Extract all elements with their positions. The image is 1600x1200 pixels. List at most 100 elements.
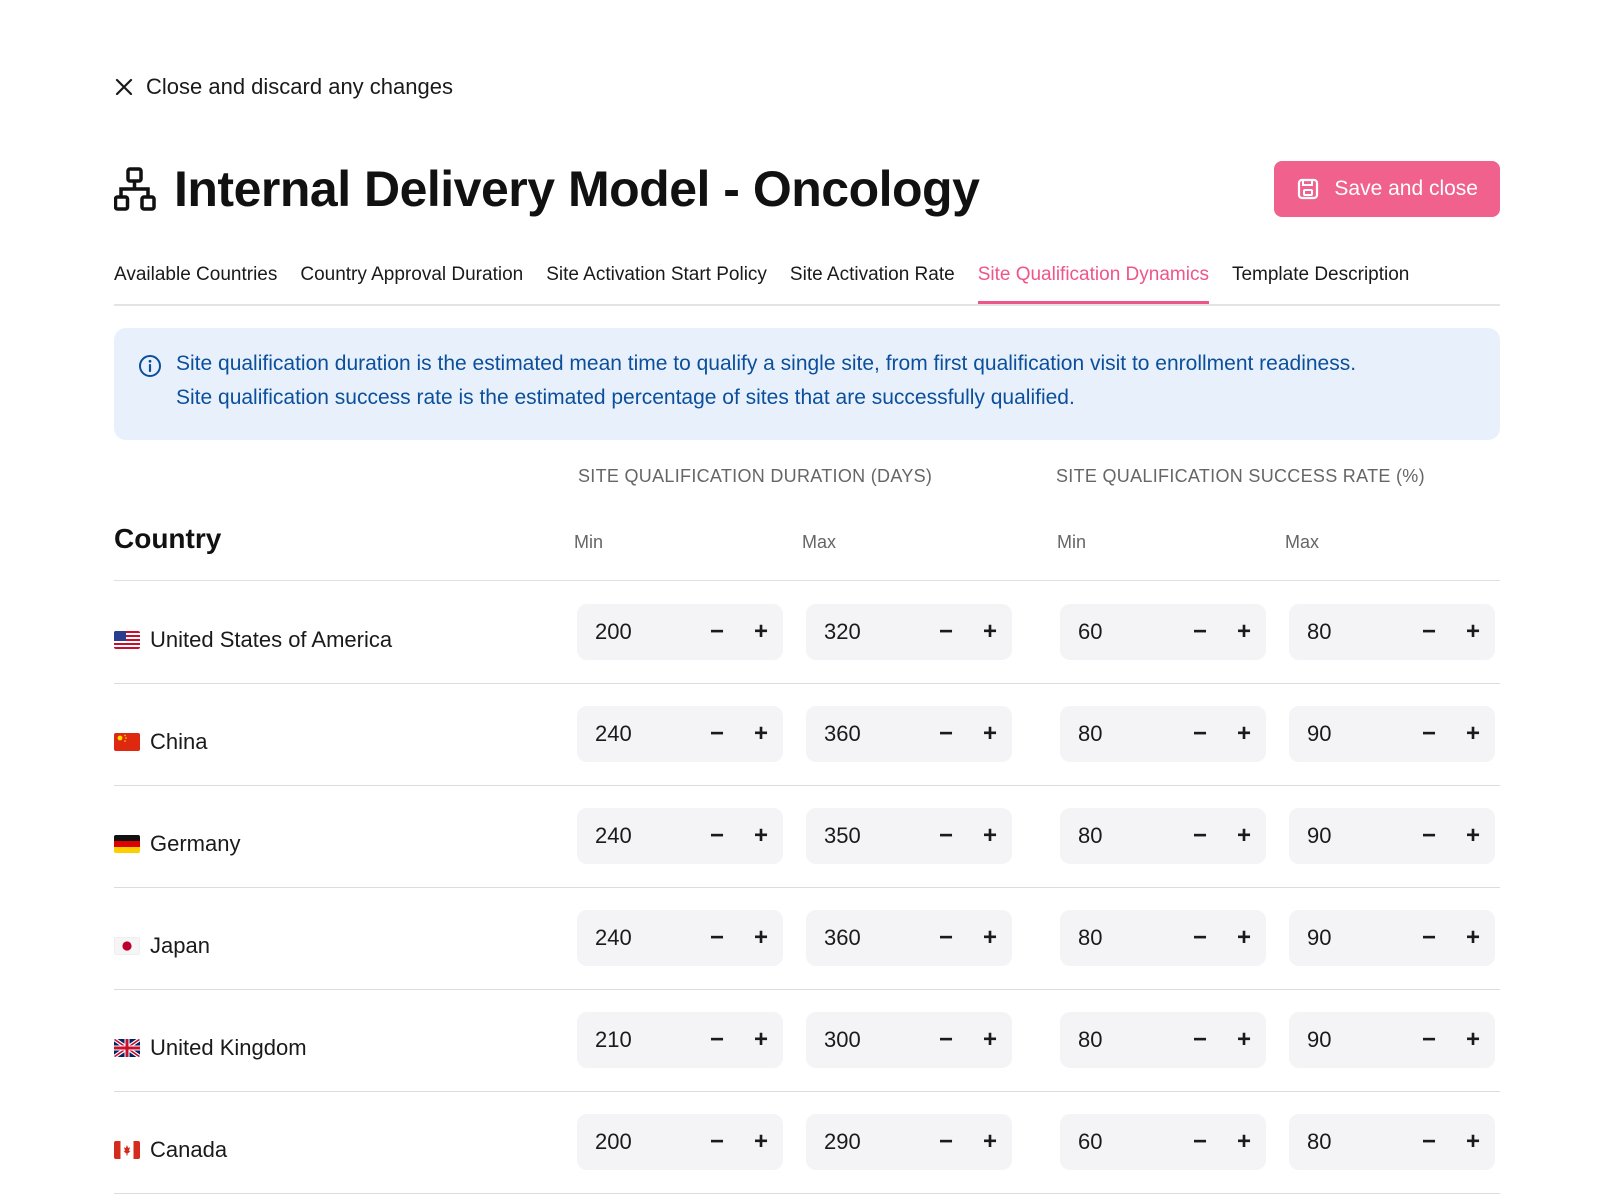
increment-button[interactable]: + — [1222, 706, 1266, 762]
increment-button[interactable]: + — [1451, 808, 1495, 864]
decrement-button[interactable]: − — [1407, 604, 1451, 660]
rate-min-input[interactable]: 80 — [1078, 925, 1178, 951]
tab-site-qualification-dynamics[interactable]: Site Qualification Dynamics — [977, 258, 1210, 304]
dur-max-input[interactable]: 360 — [824, 721, 924, 747]
dur-min-input[interactable]: 240 — [595, 823, 695, 849]
increment-button[interactable]: + — [1222, 1114, 1266, 1170]
decrement-button[interactable]: − — [924, 1012, 968, 1068]
decrement-button[interactable]: − — [695, 808, 739, 864]
increment-button[interactable]: + — [1451, 706, 1495, 762]
decrement-button[interactable]: − — [1178, 604, 1222, 660]
save-and-close-button[interactable]: Save and close — [1274, 161, 1500, 217]
decrement-button[interactable]: − — [1407, 706, 1451, 762]
country-cell: Japan — [114, 933, 210, 959]
tab-site-activation-start-policy[interactable]: Site Activation Start Policy — [546, 258, 767, 302]
decrement-button[interactable]: − — [1407, 1114, 1451, 1170]
decrement-button[interactable]: − — [695, 604, 739, 660]
dur-min-stepper: 200− + — [577, 1114, 783, 1170]
increment-button[interactable]: + — [1222, 910, 1266, 966]
rate-min-input[interactable]: 80 — [1078, 823, 1178, 849]
dur-max-input[interactable]: 290 — [824, 1129, 924, 1155]
increment-button[interactable]: + — [968, 910, 1012, 966]
increment-button[interactable]: + — [968, 604, 1012, 660]
us-flag — [114, 631, 140, 649]
rate-min-input[interactable]: 80 — [1078, 721, 1178, 747]
close-discard-button[interactable]: Close and discard any changes — [114, 74, 453, 100]
increment-button[interactable]: + — [968, 1114, 1012, 1170]
increment-button[interactable]: + — [1222, 604, 1266, 660]
increment-button[interactable]: + — [739, 910, 783, 966]
increment-button[interactable]: + — [1451, 910, 1495, 966]
decrement-button[interactable]: − — [924, 910, 968, 966]
rate-min-stepper: 80− + — [1060, 808, 1266, 864]
rate-max-input[interactable]: 90 — [1307, 721, 1407, 747]
dur-min-input[interactable]: 240 — [595, 721, 695, 747]
hierarchy-icon — [114, 167, 156, 211]
country-name: United States of America — [150, 627, 393, 652]
table-row: China 240− +360− +80− +90− + — [114, 683, 1500, 786]
decrement-button[interactable]: − — [1178, 1012, 1222, 1068]
decrement-button[interactable]: − — [1407, 1012, 1451, 1068]
rate-max-input[interactable]: 90 — [1307, 925, 1407, 951]
increment-button[interactable]: + — [968, 1012, 1012, 1068]
info-text: Site qualification duration is the estim… — [176, 347, 1356, 440]
decrement-button[interactable]: − — [1407, 808, 1451, 864]
decrement-button[interactable]: − — [924, 808, 968, 864]
increment-button[interactable]: + — [739, 604, 783, 660]
increment-button[interactable]: + — [739, 1012, 783, 1068]
rate-max-input[interactable]: 90 — [1307, 1027, 1407, 1053]
decrement-button[interactable]: − — [1178, 1114, 1222, 1170]
rate-min-header: Min — [1057, 532, 1087, 552]
increment-button[interactable]: + — [1451, 604, 1495, 660]
info-line-duration: Site qualification duration is the estim… — [176, 352, 1357, 375]
rate-max-input[interactable]: 90 — [1307, 823, 1407, 849]
info-line-success-rate: Site qualification success rate is the e… — [176, 386, 1075, 409]
decrement-button[interactable]: − — [1178, 910, 1222, 966]
rate-max-input[interactable]: 80 — [1307, 1129, 1407, 1155]
tab-template-description[interactable]: Template Description — [1232, 258, 1409, 302]
increment-button[interactable]: + — [1451, 1114, 1495, 1170]
country-cell: Germany — [114, 831, 240, 857]
decrement-button[interactable]: − — [924, 1114, 968, 1170]
decrement-button[interactable]: − — [1407, 910, 1451, 966]
rate-max-stepper: 90− + — [1289, 808, 1495, 864]
dur-min-stepper: 200− + — [577, 604, 783, 660]
info-banner: Site qualification duration is the estim… — [114, 328, 1500, 440]
dur-max-input[interactable]: 350 — [824, 823, 924, 849]
country-column-header: Country — [114, 523, 222, 554]
rate-min-stepper: 60− + — [1060, 604, 1266, 660]
increment-button[interactable]: + — [1222, 808, 1266, 864]
dur-max-input[interactable]: 300 — [824, 1027, 924, 1053]
tab-country-approval-duration[interactable]: Country Approval Duration — [300, 258, 523, 302]
country-cell: China — [114, 729, 207, 755]
dur-min-input[interactable]: 200 — [595, 619, 695, 645]
decrement-button[interactable]: − — [924, 706, 968, 762]
rate-min-input[interactable]: 60 — [1078, 619, 1178, 645]
increment-button[interactable]: + — [739, 808, 783, 864]
country-cell: United States of America — [114, 627, 392, 653]
dur-min-input[interactable]: 200 — [595, 1129, 695, 1155]
increment-button[interactable]: + — [968, 706, 1012, 762]
decrement-button[interactable]: − — [1178, 706, 1222, 762]
decrement-button[interactable]: − — [695, 1012, 739, 1068]
decrement-button[interactable]: − — [695, 910, 739, 966]
tab-available-countries[interactable]: Available Countries — [114, 258, 277, 302]
rate-max-input[interactable]: 80 — [1307, 619, 1407, 645]
increment-button[interactable]: + — [968, 808, 1012, 864]
rate-min-input[interactable]: 60 — [1078, 1129, 1178, 1155]
rate-min-input[interactable]: 80 — [1078, 1027, 1178, 1053]
decrement-button[interactable]: − — [924, 604, 968, 660]
dur-max-stepper: 290− + — [806, 1114, 1012, 1170]
increment-button[interactable]: + — [739, 1114, 783, 1170]
decrement-button[interactable]: − — [695, 706, 739, 762]
increment-button[interactable]: + — [739, 706, 783, 762]
dur-min-input[interactable]: 210 — [595, 1027, 695, 1053]
tab-site-activation-rate[interactable]: Site Activation Rate — [790, 258, 955, 302]
increment-button[interactable]: + — [1222, 1012, 1266, 1068]
decrement-button[interactable]: − — [1178, 808, 1222, 864]
dur-min-input[interactable]: 240 — [595, 925, 695, 951]
dur-max-input[interactable]: 320 — [824, 619, 924, 645]
dur-max-input[interactable]: 360 — [824, 925, 924, 951]
decrement-button[interactable]: − — [695, 1114, 739, 1170]
increment-button[interactable]: + — [1451, 1012, 1495, 1068]
